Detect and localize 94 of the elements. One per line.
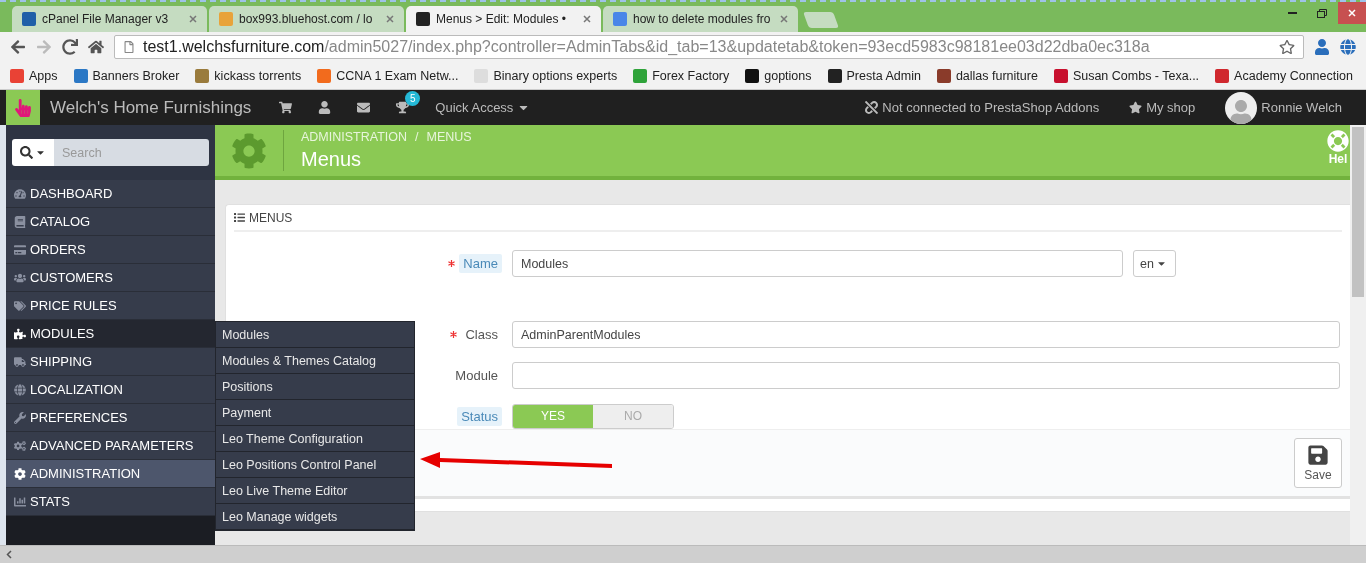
submenu-item[interactable]: Leo Theme Configuration [216, 426, 414, 452]
browser-tab[interactable]: box993.bluehost.com / lo [209, 6, 404, 32]
submenu-item[interactable]: Modules [216, 322, 414, 348]
logo-icon[interactable] [6, 90, 40, 125]
nav-item[interactable]: CATALOG [6, 208, 215, 236]
browser-tab[interactable]: Menus > Edit: Modules • [406, 6, 601, 32]
panel-title: MENUS [249, 210, 293, 225]
text-field[interactable] [512, 362, 1340, 390]
url-text: test1.welchsfurniture.com/admin5027/index.php?controller=AdminTabs&id_tab=13&updatetab&token=93ecd5983c98181ee03d22dba0ec318a [143, 38, 1150, 56]
menu-icon [14, 495, 26, 508]
language-dropdown[interactable]: en [1133, 250, 1176, 278]
bookmark[interactable]: Presta Admin [827, 68, 921, 83]
bookmark[interactable]: kickass torrents [195, 68, 302, 83]
submenu-item[interactable]: Leo Positions Control Panel [216, 452, 414, 478]
menu-icon [14, 327, 26, 340]
menu-icon [14, 243, 26, 256]
broken-link-icon [865, 101, 879, 114]
lifebuoy-icon [1327, 130, 1349, 152]
chevron-left-icon[interactable] [6, 550, 12, 559]
menu-icon [14, 271, 26, 284]
scrollbar[interactable] [1350, 125, 1366, 545]
submenu-item[interactable]: Leo Manage widgets [216, 504, 414, 530]
submenu-item[interactable]: Modules & Themes Catalog [216, 348, 414, 374]
home-icon[interactable] [88, 39, 104, 55]
nav-item[interactable]: STATS [6, 488, 215, 516]
trophy-icon[interactable] [396, 101, 410, 114]
user-icon[interactable] [318, 101, 332, 114]
text-field[interactable]: AdminParentModules [512, 321, 1340, 349]
close-icon[interactable] [386, 15, 394, 23]
notification-badge: 5 [405, 91, 421, 106]
menu-icon [14, 439, 26, 452]
page-icon [123, 41, 135, 53]
my-shop-link[interactable]: My shop [1129, 100, 1196, 115]
star-icon [1129, 101, 1143, 114]
star-icon[interactable] [1279, 39, 1295, 55]
nav-item[interactable]: PREFERENCES [6, 404, 215, 432]
shop-name: Welch's Home Furnishings [50, 97, 252, 118]
submenu-item[interactable]: Payment [216, 400, 414, 426]
nav-item[interactable]: LOCALIZATION [6, 376, 215, 404]
envelope-icon[interactable] [357, 101, 371, 114]
bookmark[interactable]: Binary options experts [474, 68, 618, 83]
nav-item[interactable]: ORDERS [6, 236, 215, 264]
page-title: Menus [301, 148, 363, 171]
menu-icon [14, 411, 26, 424]
nav-item[interactable]: DASHBOARD [6, 180, 215, 208]
bookmark[interactable]: Banners Broker [73, 68, 180, 83]
addons-link[interactable]: Not connected to PrestaShop Addons [865, 100, 1100, 115]
field-label: Name [459, 253, 502, 273]
avatar-icon [1225, 91, 1258, 124]
close-icon[interactable] [583, 15, 591, 23]
field-label: Status [457, 406, 502, 426]
scrollbar[interactable] [0, 545, 1366, 563]
breadcrumb-separator: / [415, 130, 419, 144]
close-icon[interactable] [780, 15, 788, 23]
menu-icon [14, 299, 26, 312]
bookmark[interactable]: Apps [10, 68, 58, 83]
cart-icon[interactable] [279, 101, 293, 114]
search-field[interactable]: Search [54, 139, 209, 166]
menu-icon [14, 215, 26, 228]
address-bar[interactable]: test1.welchsfurniture.com/admin5027/index.php?controller=AdminTabs&id_tab=13&updatetab&token=93ecd5983c98181ee03d22dba0ec318a [114, 35, 1304, 59]
field-label: Class [464, 325, 499, 344]
submenu-item[interactable]: Leo Live Theme Editor [216, 478, 414, 504]
nav-item[interactable]: ADVANCED PARAMETERS [6, 432, 215, 460]
nav-item[interactable]: ADMINISTRATION [6, 460, 215, 488]
bookmark[interactable]: Forex Factory [633, 68, 730, 83]
save-button[interactable]: Save [1294, 438, 1342, 489]
submenu-item[interactable]: Positions [216, 374, 414, 400]
nav-item[interactable]: PRICE RULES [6, 292, 215, 320]
menu-icon [14, 467, 26, 480]
back-icon[interactable] [10, 39, 26, 55]
minimize-icon[interactable] [1287, 12, 1297, 14]
search-icon[interactable] [12, 139, 54, 166]
bookmark[interactable]: dallas furniture [936, 68, 1038, 83]
list-icon [234, 212, 245, 224]
user-name[interactable]: Ronnie Welch [1261, 100, 1342, 115]
bookmark[interactable]: Susan Combs - Texa... [1053, 68, 1200, 83]
nav-item[interactable]: MODULES [6, 320, 215, 348]
browser-tab[interactable]: how to delete modules fro [603, 6, 798, 32]
nav-item[interactable]: CUSTOMERS [6, 264, 215, 292]
quick-access-menu[interactable]: Quick Access [435, 100, 531, 115]
menu-icon [14, 383, 26, 396]
close-icon[interactable] [189, 15, 197, 23]
reload-icon[interactable] [62, 39, 78, 55]
restore-icon[interactable] [1317, 8, 1327, 18]
bookmark[interactable]: goptions [745, 68, 812, 83]
menu-icon [14, 187, 26, 200]
nav-item[interactable]: SHIPPING [6, 348, 215, 376]
gear-icon [231, 132, 267, 169]
text-field[interactable]: Modules [512, 250, 1123, 278]
field-label: Module [454, 366, 499, 385]
browser-tab[interactable]: cPanel File Manager v3 [12, 6, 207, 32]
menu-icon [14, 355, 26, 368]
bookmark[interactable]: Academy Connection [1215, 68, 1353, 83]
bookmark[interactable]: CCNA 1 Exam Netw... [317, 68, 459, 83]
